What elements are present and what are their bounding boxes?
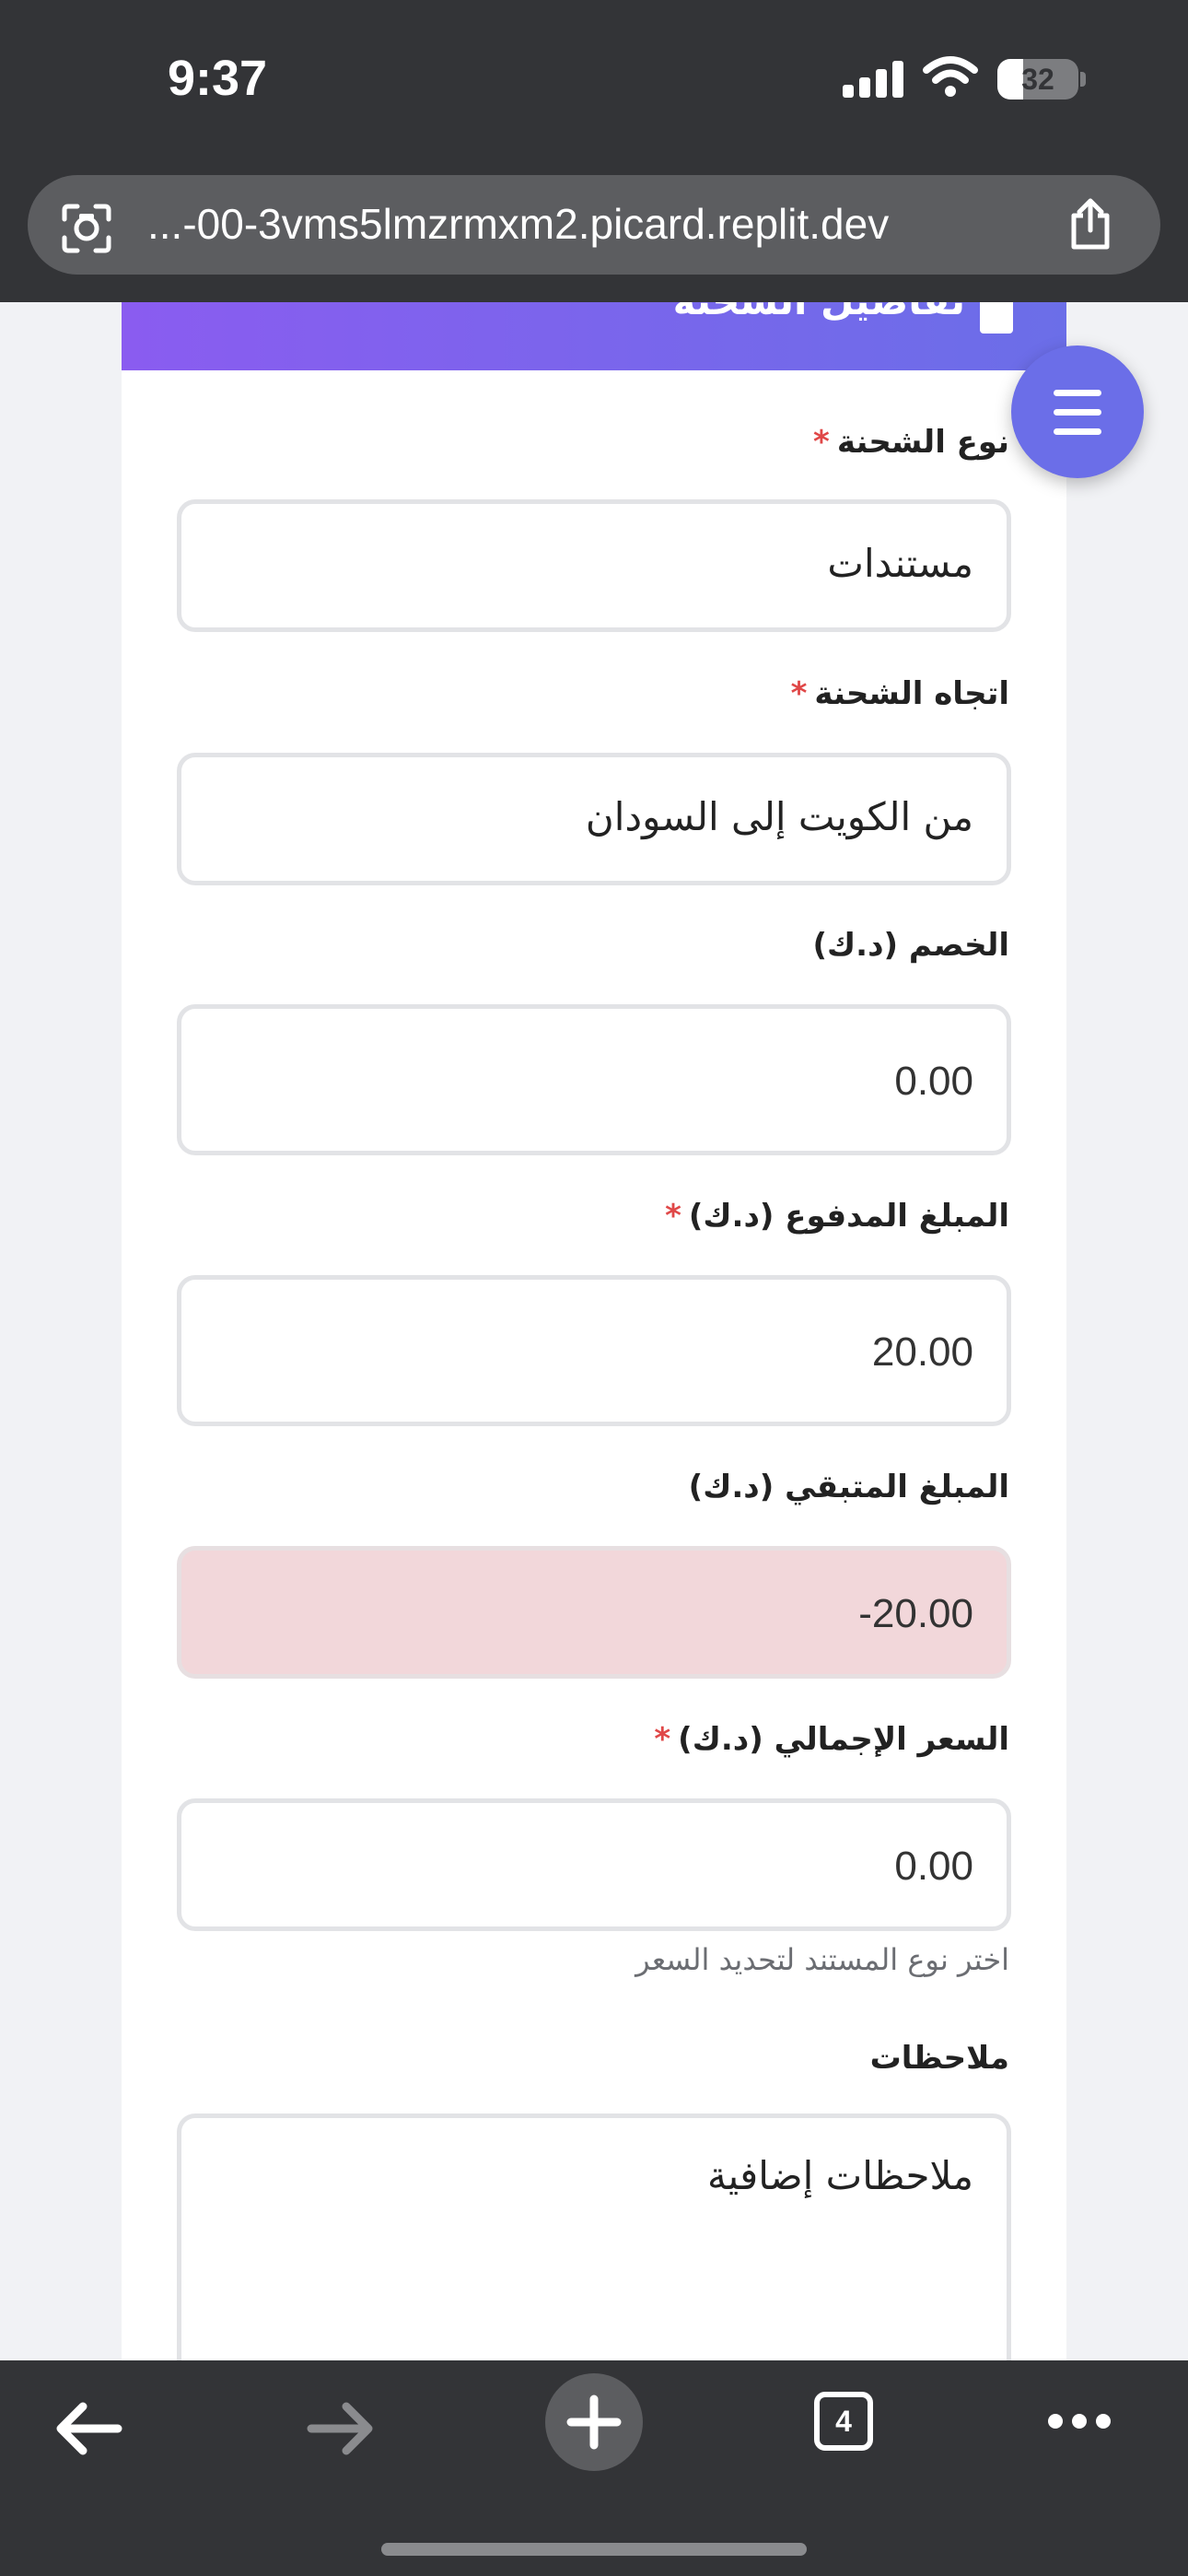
shipment-type-select[interactable]: مستندات: [177, 499, 1011, 632]
total-price-label: السعر الإجمالي (د.ك)*: [654, 1721, 1009, 1758]
card-header-title: تفاصيل الشحنة: [673, 302, 965, 323]
share-icon[interactable]: [1066, 197, 1114, 252]
total-price-label-text: السعر الإجمالي (د.ك): [678, 1721, 1009, 1758]
paid-amount-label-text: المبلغ المدفوع (د.ك): [688, 1198, 1009, 1235]
box-icon: [980, 302, 1013, 334]
shipment-direction-label: اتجاه الشحنة*: [791, 675, 1009, 712]
required-marker: *: [654, 1721, 671, 1758]
battery-level: 32: [1021, 63, 1054, 96]
battery-icon: 32: [997, 59, 1078, 100]
total-price-hint: اختر نوع المستند لتحديد السعر: [635, 1942, 1009, 1977]
remaining-amount-label-text: المبلغ المتبقي (د.ك): [688, 1469, 1009, 1505]
discount-value: 0.00: [894, 1059, 973, 1104]
plus-icon: [566, 2395, 622, 2450]
notes-placeholder: ملاحظات إضافية: [706, 2153, 973, 2198]
shipment-direction-select[interactable]: من الكويت إلى السودان: [177, 753, 1011, 885]
notes-label: ملاحظات: [870, 2040, 1009, 2077]
cellular-signal-icon: [843, 61, 903, 98]
required-marker: *: [665, 1198, 681, 1235]
address-bar[interactable]: ...-00-3vms5lmzrmxm2.picard.replit.dev: [28, 175, 1160, 275]
wifi-icon: [923, 56, 978, 97]
paid-amount-input[interactable]: 20.00: [177, 1275, 1011, 1426]
discount-label-text: الخصم (د.ك): [812, 927, 1009, 964]
arrow-left-icon[interactable]: [53, 2401, 123, 2456]
shipment-type-value: مستندات: [827, 541, 973, 586]
arrow-right-icon[interactable]: [306, 2401, 376, 2456]
total-price-input[interactable]: 0.00: [177, 1798, 1011, 1931]
shipment-type-label-text: نوع الشحنة: [836, 424, 1009, 461]
discount-label: الخصم (د.ك): [812, 927, 1009, 964]
required-marker: *: [813, 424, 830, 461]
paid-amount-label: المبلغ المدفوع (د.ك)*: [665, 1198, 1009, 1235]
remaining-amount-value: -20.00: [858, 1591, 973, 1636]
battery-tip: [1080, 72, 1086, 87]
more-icon[interactable]: [1046, 2412, 1112, 2430]
hamburger-icon-line: [1054, 428, 1101, 435]
notes-textarea[interactable]: ملاحظات إضافية: [177, 2113, 1011, 2390]
card-header: تفاصيل الشحنة: [122, 302, 1066, 370]
required-marker: *: [790, 675, 808, 712]
shipment-direction-value: من الكويت إلى السودان: [585, 794, 973, 839]
paid-amount-value: 20.00: [871, 1329, 973, 1375]
notes-label-text: ملاحظات: [869, 2040, 1009, 2077]
tabs-button[interactable]: 4: [814, 2392, 873, 2451]
shipment-type-label: نوع الشحنة*: [813, 424, 1009, 461]
scan-icon[interactable]: [59, 201, 114, 256]
url-text[interactable]: ...-00-3vms5lmzrmxm2.picard.replit.dev: [147, 199, 1068, 249]
browser-address-area: ...-00-3vms5lmzrmxm2.picard.replit.dev: [0, 166, 1188, 302]
menu-button[interactable]: [1011, 345, 1144, 478]
status-time: 9:37: [168, 51, 268, 106]
home-indicator: [381, 2543, 807, 2556]
discount-input[interactable]: 0.00: [177, 1004, 1011, 1155]
shipment-direction-label-text: اتجاه الشحنة: [814, 675, 1009, 712]
remaining-amount-field: -20.00: [177, 1546, 1011, 1679]
status-bar: 9:37 32: [0, 0, 1188, 166]
total-price-value: 0.00: [894, 1844, 973, 1889]
remaining-amount-label: المبلغ المتبقي (د.ك): [689, 1469, 1009, 1505]
new-tab-button[interactable]: [545, 2373, 643, 2471]
hamburger-icon: [1054, 390, 1101, 396]
hamburger-icon-line: [1054, 409, 1101, 416]
